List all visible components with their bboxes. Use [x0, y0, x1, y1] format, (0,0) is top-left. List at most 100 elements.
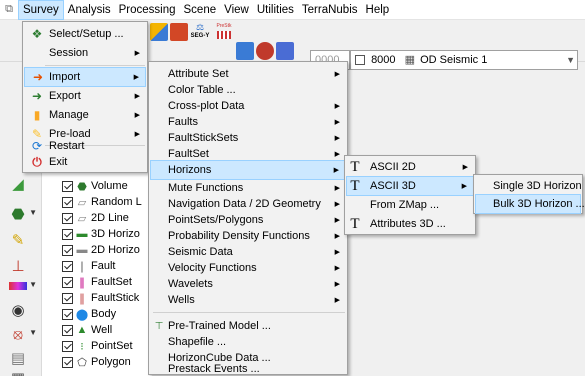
submenu-arrow-icon: ▶	[334, 71, 340, 78]
well-checkbox[interactable]	[62, 324, 73, 336]
menu-item-ascii-3d[interactable]: T ASCII 3D ▶	[346, 176, 474, 196]
random-line-checkbox[interactable]	[62, 196, 73, 208]
menu-help[interactable]: Help	[362, 0, 394, 20]
chevron-down-icon[interactable]: ▼	[566, 51, 575, 69]
tree-item-label: 3D Horizo	[91, 228, 140, 240]
menu-separator	[153, 312, 345, 313]
menu-item-label: Pre-Trained Model ...	[168, 320, 271, 332]
menu-item-label: ASCII 3D	[370, 180, 416, 192]
menu-item-session[interactable]: Session ▶	[24, 43, 146, 63]
menu-item-label: Color Table ...	[168, 84, 236, 96]
submenu-arrow-icon: ▶	[333, 167, 339, 174]
menu-item-export[interactable]: ➜ Export ▶	[24, 86, 146, 106]
compass-icon[interactable]: ⦻ ▼	[8, 324, 37, 344]
menu-processing[interactable]: Processing	[115, 0, 180, 20]
menu-item-import[interactable]: ➜ Import ▶	[24, 67, 146, 87]
submenu-arrow-icon: ▶	[334, 135, 340, 142]
menu-item-label: Mute Functions	[168, 182, 244, 194]
menu-item-bulk-3d-horizon[interactable]: Bulk 3D Horizon ...	[475, 194, 585, 214]
menu-item-label: Wavelets	[168, 278, 213, 290]
menu-item-label: Faults	[168, 116, 198, 128]
2d-line-checkbox[interactable]	[62, 212, 73, 224]
dataset-checkbox-icon	[355, 55, 365, 66]
dataset-combo[interactable]: 8000 ▦ OD Seismic 1 ▼	[350, 50, 578, 70]
menu-item-manage[interactable]: ▮ Manage ▶	[24, 105, 146, 125]
tree-item-3d-horizon[interactable]: ▬ 3D Horizo	[62, 226, 140, 242]
trash-icon[interactable]: ▤	[8, 348, 28, 368]
menu-utilities[interactable]: Utilities	[253, 0, 298, 20]
menu-item-select-setup[interactable]: ❖ Select/Setup ...	[24, 24, 146, 44]
cube-icon[interactable]: ⬣ ▼	[8, 204, 37, 224]
axes-icon[interactable]: ⊥	[8, 256, 28, 276]
polygon-icon: ⬠	[77, 356, 87, 369]
tree-item-2d-line[interactable]: ▱ 2D Line	[62, 210, 129, 226]
ascii-3d-submenu: Single 3D Horizon ... Bulk 3D Horizon ..…	[473, 174, 585, 214]
menu-item-exit[interactable]: ⏻ Exit	[24, 152, 146, 172]
volume-checkbox[interactable]	[62, 180, 73, 192]
menu-item-from-zmap[interactable]: From ZMap ...	[346, 195, 474, 215]
camera-icon[interactable]: ◉	[8, 300, 28, 320]
restart-icon: ⟳	[31, 139, 43, 153]
submenu-arrow-icon: ▶	[334, 281, 340, 288]
tree-item-pointset[interactable]: ⁝ PointSet	[62, 338, 133, 354]
submenu-arrow-icon: ▶	[334, 297, 340, 304]
menu-item-label: Navigation Data / 2D Geometry	[168, 198, 321, 210]
tree-item-label: FaultStick	[91, 292, 140, 304]
menu-analysis[interactable]: Analysis	[64, 0, 115, 20]
segy-icon[interactable]: ⚖ SEG-Y	[188, 22, 212, 42]
tree-item-faultset[interactable]: ❚ FaultSet	[62, 274, 132, 290]
paint-icon[interactable]	[256, 42, 274, 60]
menu-item-wells[interactable]: Wells ▶	[150, 290, 346, 310]
tree-item-random-line[interactable]: ▱ Random L	[62, 194, 142, 210]
arrow-tool-icon[interactable]	[276, 42, 294, 60]
tree-item-faultstick[interactable]: ❚ FaultStick	[62, 290, 139, 306]
tree-item-polygon[interactable]: ⬠ Polygon	[62, 354, 131, 370]
submenu-arrow-icon: ▶	[334, 201, 340, 208]
layer-icon[interactable]	[236, 42, 254, 60]
import-toolbar-icon[interactable]	[150, 23, 168, 41]
tree-item-body[interactable]: ⬤ Body	[62, 306, 116, 322]
menu-item-horizons[interactable]: Horizons ▶	[150, 160, 346, 180]
tree-item-2d-horizon[interactable]: ▬ 2D Horizo	[62, 242, 140, 258]
tree-item-fault[interactable]: ❙ Fault	[62, 258, 115, 274]
polygon-checkbox[interactable]	[62, 356, 73, 368]
tree-item-well[interactable]: ▲ Well	[62, 322, 112, 338]
fault-checkbox[interactable]	[62, 260, 73, 272]
random-line-icon: ▱	[77, 196, 87, 209]
menu-scene[interactable]: Scene	[180, 0, 221, 20]
3d-horizon-checkbox[interactable]	[62, 228, 73, 240]
color-bar-icon[interactable]: ▼	[8, 276, 37, 296]
tree-item-label: Well	[91, 324, 113, 336]
menu-terranubis[interactable]: TerraNubis	[298, 0, 362, 20]
faultstick-icon: ❚	[77, 292, 87, 305]
green-wedge-icon[interactable]: ◢	[8, 174, 28, 194]
faultset-checkbox[interactable]	[62, 276, 73, 288]
draw-icon[interactable]: ✎	[8, 230, 28, 250]
pointset-checkbox[interactable]	[62, 340, 73, 352]
body-checkbox[interactable]	[62, 308, 73, 320]
menu-view[interactable]: View	[220, 0, 253, 20]
2d-line-icon: ▱	[77, 212, 87, 225]
menu-item-label: FaultSet	[168, 148, 209, 160]
menu-survey[interactable]: Survey	[18, 0, 64, 20]
powerpoint-icon[interactable]	[170, 23, 188, 41]
faultstick-checkbox[interactable]	[62, 292, 73, 304]
menu-item-attributes-3d[interactable]: T Attributes 3D ...	[346, 214, 474, 234]
tree-item-volume[interactable]: ⬣ Volume	[62, 178, 128, 194]
menu-item-label: Velocity Functions	[168, 262, 257, 274]
submenu-arrow-icon: ▶	[462, 164, 468, 171]
menu-item-label: Probability Density Functions	[168, 230, 310, 242]
tree-item-label: Fault	[91, 260, 116, 272]
prestack-icon[interactable]: PreStk	[214, 22, 234, 42]
import-submenu: Attribute Set ▶ Color Table ... Cross-plo…	[148, 61, 348, 375]
grid-icon[interactable]: ▦	[8, 368, 28, 376]
menu-item-ascii-2d[interactable]: T ASCII 2D ▶	[346, 157, 474, 177]
menu-item-label: From ZMap ...	[370, 199, 440, 211]
tree-item-label: 2D Horizo	[91, 244, 140, 256]
fault-icon: ❙	[77, 260, 87, 273]
tree-item-label: PointSet	[91, 340, 133, 352]
2d-horizon-checkbox[interactable]	[62, 244, 73, 256]
faultset-icon: ❚	[77, 276, 87, 289]
menu-item-single-3d-horizon[interactable]: Single 3D Horizon ...	[475, 176, 585, 196]
menu-item-prestack-events[interactable]: Prestack Events ...	[150, 362, 346, 376]
